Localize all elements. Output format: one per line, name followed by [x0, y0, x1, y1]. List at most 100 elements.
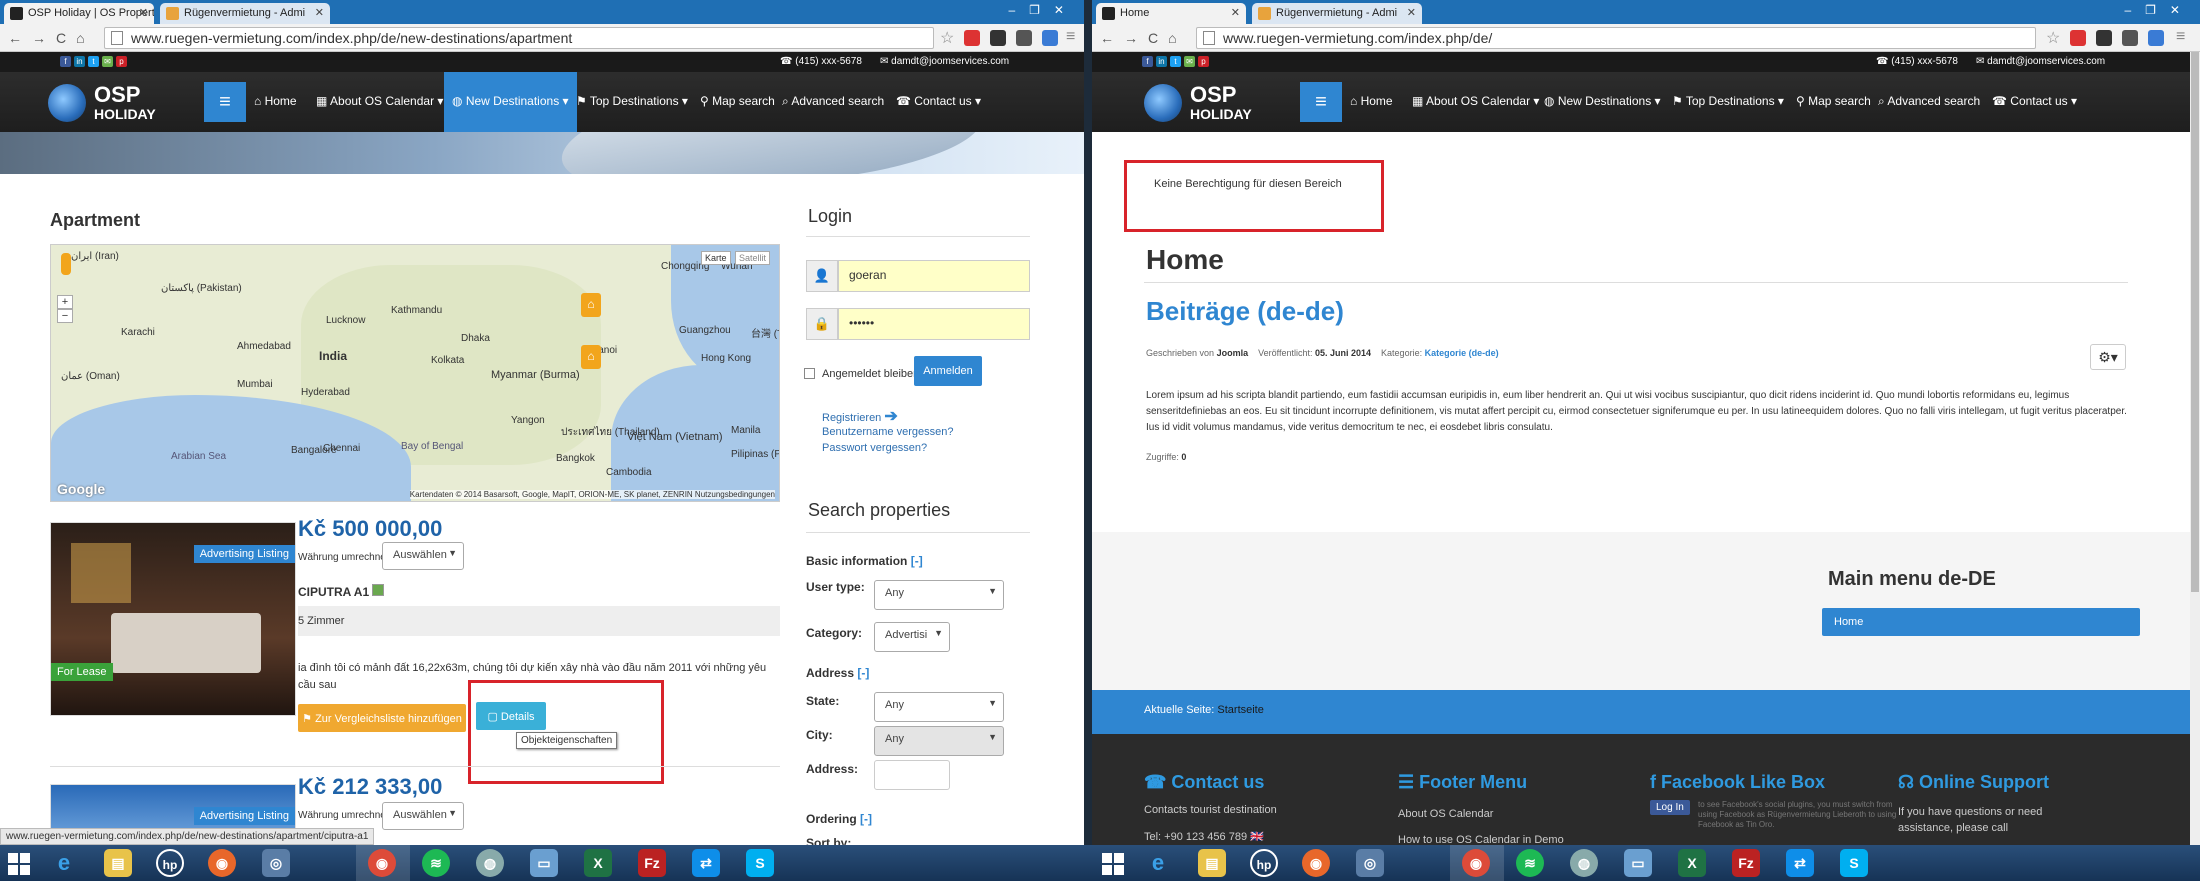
- nav-contact[interactable]: ☎ Contact us ▾: [1992, 94, 2077, 108]
- windows-start-icon[interactable]: [1102, 853, 1124, 875]
- filezilla-icon[interactable]: Fz: [638, 849, 666, 877]
- excel-icon[interactable]: X: [1678, 849, 1706, 877]
- footer-menu-link[interactable]: How to use OS Calendar in Demo: [1398, 834, 1564, 845]
- url-field[interactable]: www.ruegen-vermietung.com/index.php/de/n…: [104, 27, 934, 49]
- register-link[interactable]: Registrieren ➔: [822, 406, 898, 426]
- category-select[interactable]: Advertisi ▼: [874, 622, 950, 652]
- network-icon[interactable]: ◍: [476, 849, 504, 877]
- skype-icon[interactable]: S: [1840, 849, 1868, 877]
- category-link[interactable]: Kategorie (de-de): [1425, 348, 1499, 358]
- pegman-icon[interactable]: [61, 253, 71, 275]
- user-type-select[interactable]: Any ▼: [874, 580, 1004, 610]
- extension-icon[interactable]: [2148, 30, 2164, 46]
- google-map[interactable]: ایران (Iran) پاکستان (Pakistan) Karachi …: [50, 244, 780, 502]
- breadcrumb-current[interactable]: Startseite: [1217, 704, 1263, 716]
- facebook-icon[interactable]: f: [60, 56, 71, 67]
- listing-name[interactable]: CIPUTRA A1: [298, 584, 385, 599]
- article-title[interactable]: Beiträge (de-de): [1146, 296, 1344, 327]
- toggle-address[interactable]: [-]: [857, 666, 869, 680]
- tab-ruegenvermietung[interactable]: Rügenvermietung - Admi ✕: [160, 3, 330, 24]
- window-icon[interactable]: ▭: [530, 849, 558, 877]
- extension-icon[interactable]: [2070, 30, 2086, 46]
- spotify-icon[interactable]: ≋: [1516, 849, 1544, 877]
- nav-map-search[interactable]: ⚲ Map search: [700, 94, 775, 108]
- nav-home[interactable]: ⌂ Home: [254, 94, 297, 108]
- extension-icon[interactable]: [990, 30, 1006, 46]
- nav-about[interactable]: ▦ About OS Calendar ▾: [1412, 94, 1539, 108]
- scrollbar[interactable]: [2190, 52, 2200, 845]
- file-explorer-icon[interactable]: ▤: [104, 849, 132, 877]
- twitter-icon[interactable]: t: [88, 56, 99, 67]
- extension-icon[interactable]: [2122, 30, 2138, 46]
- internet-explorer-icon[interactable]: e: [1144, 849, 1172, 877]
- tab-osp-holiday[interactable]: OSP Holiday | OS Propert ✕: [4, 3, 154, 24]
- window-icon[interactable]: ▭: [1624, 849, 1652, 877]
- nav-top-destinations[interactable]: ⚑ Top Destinations ▾: [1672, 94, 1784, 108]
- filezilla-icon[interactable]: Fz: [1732, 849, 1760, 877]
- spotify-icon[interactable]: ≋: [422, 849, 450, 877]
- nav-top-destinations[interactable]: ⚑ Top Destinations ▾: [576, 94, 688, 108]
- menu-icon[interactable]: ≡: [2176, 28, 2185, 46]
- nav-buttons[interactable]: ←→C⌂: [8, 30, 95, 46]
- excel-icon[interactable]: X: [584, 849, 612, 877]
- currency-select[interactable]: Auswählen ▼: [382, 802, 464, 830]
- nav-contact[interactable]: ☎ Contact us ▾: [896, 94, 981, 108]
- nav-advanced-search[interactable]: ⌕ Advanced search: [1878, 94, 1980, 109]
- teamviewer-icon[interactable]: ⇄: [692, 849, 720, 877]
- close-tab-icon[interactable]: ✕: [1231, 6, 1240, 19]
- mail-icon[interactable]: ✉: [102, 56, 113, 67]
- app-icon[interactable]: ◎: [1356, 849, 1384, 877]
- extension-icon[interactable]: [2096, 30, 2112, 46]
- pinterest-icon[interactable]: p: [116, 56, 127, 67]
- app-icon[interactable]: ◎: [262, 849, 290, 877]
- site-logo[interactable]: OSP HOLIDAY: [48, 80, 178, 126]
- firefox-icon[interactable]: ◉: [208, 849, 236, 877]
- internet-explorer-icon[interactable]: e: [50, 849, 78, 877]
- zoom-in-button[interactable]: +: [57, 295, 73, 309]
- facebook-login-button[interactable]: Log In: [1650, 800, 1690, 815]
- site-logo[interactable]: OSP HOLIDAY: [1144, 80, 1274, 126]
- nav-home[interactable]: ⌂ Home: [1350, 94, 1393, 108]
- state-select[interactable]: Any ▼: [874, 692, 1004, 722]
- file-explorer-icon[interactable]: ▤: [1198, 849, 1226, 877]
- map-type-karte[interactable]: Karte: [701, 251, 731, 265]
- map-type-satellit[interactable]: Satellit: [735, 251, 771, 265]
- add-to-compare-button[interactable]: ⚑ Zur Vergleichsliste hinzufügen: [298, 704, 466, 732]
- nav-advanced-search[interactable]: ⌕ Advanced search: [782, 94, 884, 109]
- password-input[interactable]: ••••••: [838, 308, 1030, 340]
- menu-item-home[interactable]: Home: [1822, 608, 2140, 636]
- url-field[interactable]: www.ruegen-vermietung.com/index.php/de/: [1196, 27, 2036, 49]
- hamburger-menu-button[interactable]: ≡: [1300, 82, 1342, 122]
- nav-new-destinations[interactable]: ◍ New Destinations ▾: [1544, 94, 1661, 108]
- linkedin-icon[interactable]: in: [1156, 56, 1167, 67]
- facebook-icon[interactable]: f: [1142, 56, 1153, 67]
- teamviewer-icon[interactable]: ⇄: [1786, 849, 1814, 877]
- forgot-password-link[interactable]: Passwort vergessen?: [822, 442, 927, 454]
- extension-icon[interactable]: [964, 30, 980, 46]
- nav-about[interactable]: ▦ About OS Calendar ▾: [316, 94, 443, 108]
- hp-icon[interactable]: hp: [156, 849, 184, 877]
- extension-icon[interactable]: [1016, 30, 1032, 46]
- window-controls[interactable]: –❐✕: [1009, 3, 1079, 17]
- mail-icon[interactable]: ✉: [1184, 56, 1195, 67]
- chrome-icon[interactable]: ◉: [368, 849, 396, 877]
- zoom-out-button[interactable]: −: [57, 309, 73, 323]
- tab-home[interactable]: Home ✕: [1096, 3, 1246, 24]
- login-button[interactable]: Anmelden: [914, 356, 982, 386]
- windows-start-icon[interactable]: [8, 853, 30, 875]
- nav-new-destinations[interactable]: ◍ New Destinations ▾: [444, 72, 577, 132]
- property-image[interactable]: Advertising Listing For Lease: [50, 522, 296, 716]
- window-controls[interactable]: –❐✕: [2125, 3, 2195, 17]
- map-marker-home-icon[interactable]: ⌂: [581, 293, 601, 317]
- hamburger-menu-button[interactable]: ≡: [204, 82, 246, 122]
- twitter-icon[interactable]: t: [1170, 56, 1181, 67]
- menu-icon[interactable]: ≡: [1066, 28, 1075, 46]
- bookmark-star-icon[interactable]: ☆: [940, 28, 954, 48]
- toggle-basic[interactable]: [-]: [911, 554, 923, 568]
- tab-ruegenvermietung[interactable]: Rügenvermietung - Admi ✕: [1252, 3, 1422, 24]
- footer-menu-link[interactable]: About OS Calendar: [1398, 808, 1493, 820]
- gear-icon[interactable]: ⚙▾: [2090, 344, 2126, 370]
- bookmark-star-icon[interactable]: ☆: [2046, 28, 2060, 48]
- pinterest-icon[interactable]: p: [1198, 56, 1209, 67]
- hp-icon[interactable]: hp: [1250, 849, 1278, 877]
